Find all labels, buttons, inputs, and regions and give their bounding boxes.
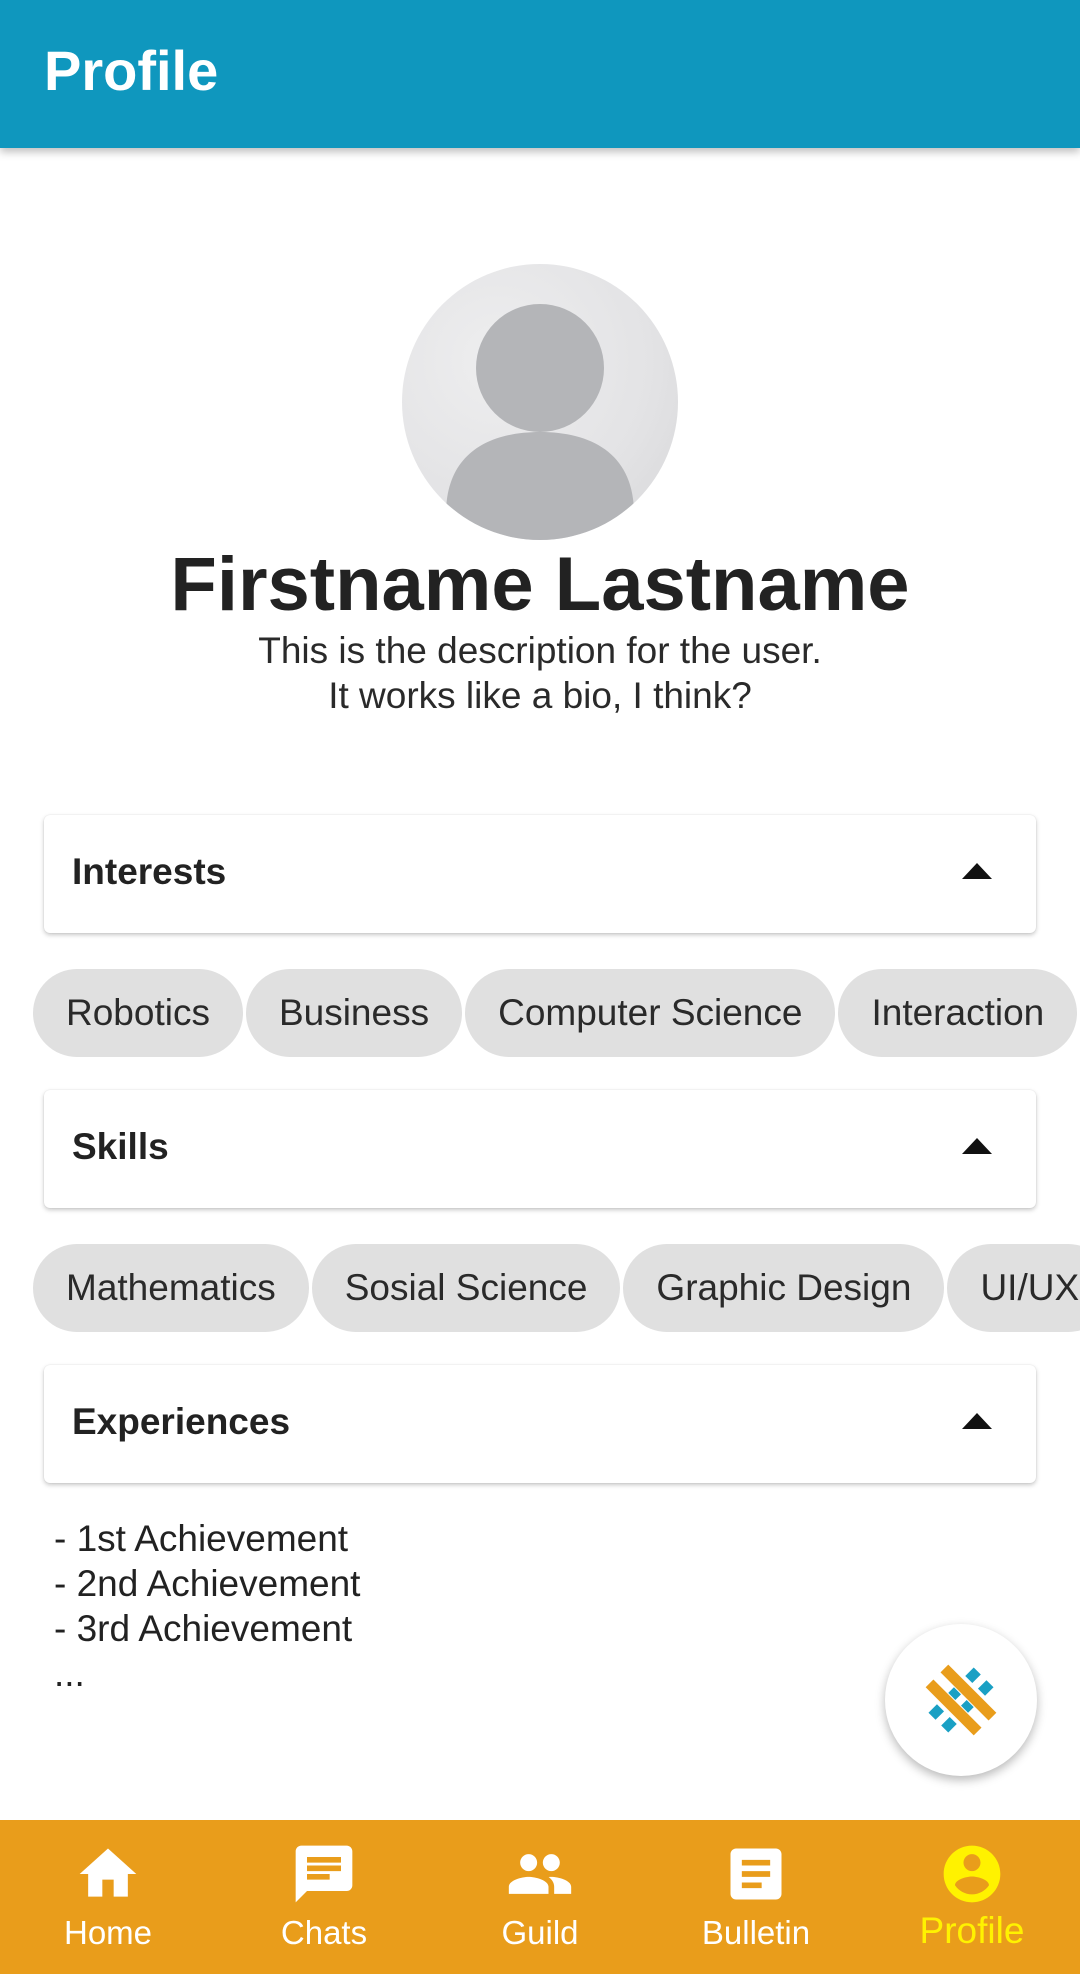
nav-item-profile[interactable]: Profile [864, 1820, 1080, 1974]
skill-chip[interactable]: Graphic Design [623, 1244, 945, 1332]
bio-line: This is the description for the user. [258, 630, 822, 671]
home-icon [79, 1848, 137, 1897]
interest-chip[interactable]: Business [245, 969, 463, 1057]
section-title: Experiences [72, 1401, 291, 1442]
user-placeholder-icon [446, 304, 634, 540]
nav-label: Home [63, 1914, 153, 1951]
section-title: Skills [72, 1126, 169, 1167]
nav-item-home[interactable]: Home [0, 1820, 216, 1974]
collapse-arrow-icon[interactable] [962, 863, 992, 879]
experiences-list: - 1st Achievement - 2nd Achievement - 3r… [54, 1516, 360, 1696]
skill-chip[interactable]: Sosial Science [311, 1244, 621, 1332]
list-item: - 3rd Achievement [54, 1608, 353, 1649]
list-item: - 1st Achievement [54, 1518, 349, 1559]
account-circle-icon [943, 1845, 1001, 1903]
nav-label: Profile [919, 1910, 1025, 1951]
experiences-section-header[interactable]: Experiences [44, 1365, 1036, 1483]
bio-line: It works like a bio, I think? [328, 675, 752, 716]
list-item: ... [54, 1653, 85, 1694]
nav-label: Chats [280, 1914, 368, 1951]
list-item: - 2nd Achievement [54, 1563, 361, 1604]
collapse-arrow-icon[interactable] [962, 1413, 992, 1429]
nav-item-guild[interactable]: Guild [432, 1820, 648, 1974]
nav-item-bulletin[interactable]: Bulletin [648, 1820, 864, 1974]
profile-name: Firstname Lastname [170, 542, 910, 627]
skills-chip-row[interactable]: Mathematics Sosial Science Graphic Design U… [33, 1244, 1080, 1332]
avatar [402, 264, 678, 540]
app-logo-icon [925, 1664, 997, 1736]
chat-icon [295, 1845, 353, 1903]
interest-chip[interactable]: Interaction [838, 969, 1078, 1057]
bulletin-icon [730, 1848, 782, 1900]
skill-chip[interactable]: Mathematics [33, 1244, 309, 1332]
group-icon [508, 1854, 572, 1894]
floating-action-button[interactable] [885, 1624, 1037, 1776]
profile-bio: This is the description for the user. It… [0, 628, 1080, 718]
interests-section-header[interactable]: Interests [44, 815, 1036, 933]
page-title: Profile [44, 39, 219, 102]
nav-label: Bulletin [701, 1914, 811, 1951]
interests-chip-row[interactable]: Robotics Business Computer Science Interact… [33, 969, 1080, 1057]
collapse-arrow-icon[interactable] [962, 1138, 992, 1154]
bottom-navigation: Home Chats Guild Bulletin Profile [0, 1820, 1080, 1974]
app-bar: Profile [0, 0, 1080, 148]
skills-section-header[interactable]: Skills [44, 1090, 1036, 1208]
nav-label: Guild [501, 1914, 579, 1951]
interest-chip[interactable]: Robotics [33, 969, 243, 1057]
interest-chip[interactable]: Computer Science [465, 969, 836, 1057]
nav-item-chats[interactable]: Chats [216, 1820, 432, 1974]
skill-chip[interactable]: UI/UX [947, 1244, 1080, 1332]
section-title: Interests [72, 851, 227, 892]
